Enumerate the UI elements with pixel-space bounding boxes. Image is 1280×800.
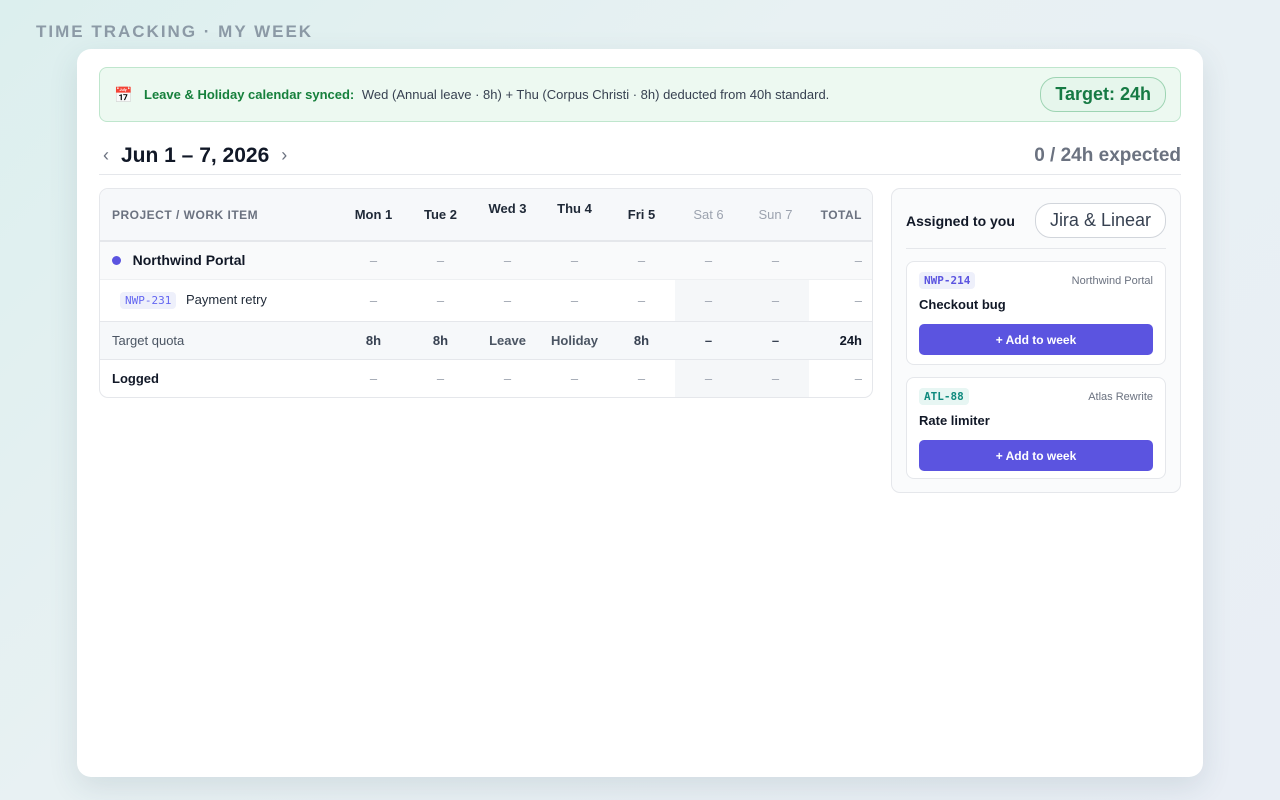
hours-input-cell[interactable]: – [474,279,541,321]
task-project: Northwind Portal [1071,274,1153,287]
logged-total: – [854,370,862,386]
task-key-badge[interactable]: NWP-214 [919,272,976,289]
logged-row: Logged – – – – – – – – [100,359,872,397]
work-item-title: Payment retry [185,291,267,307]
sync-message: Leave & Holiday calendar synced: Wed (An… [144,87,1040,102]
hours-input-cell[interactable]: – [340,279,407,321]
logged-cell: – [503,370,512,386]
grid-header-row: PROJECT / WORK ITEM Mon 1 Tue 2 Wed 3 Th… [100,189,872,241]
total-column-header: TOTAL [820,207,862,222]
target-badge: Target: 24h [1040,77,1166,112]
task-title: Checkout bug [919,297,1006,312]
add-to-week-button[interactable]: + Add to week [919,324,1153,355]
hours-input-cell[interactable]: – [541,279,608,321]
quota-label: Target quota [112,332,185,348]
expected-hours: 0 / 24h expected [1034,144,1181,166]
day-header: Wed 3 [488,201,527,216]
hours-cell: – [637,252,646,268]
day-header: Fri 5 [627,207,656,222]
quota-total: 24h [839,332,862,348]
calendar-sync-banner: 📅 Leave & Holiday calendar synced: Wed (… [99,67,1181,122]
assigned-task-card: ATL-88 Atlas Rewrite Rate limiter + Add … [906,377,1166,479]
day-header: Thu 4 [557,201,592,216]
issue-key-badge[interactable]: NWP-231 [120,291,177,309]
week-range: Jun 1 – 7, 2026 [121,143,270,167]
hours-cell: – [704,252,713,268]
total-cell: – [854,252,862,268]
assigned-title: Assigned to you [906,212,1015,229]
quota-cell-leave: Leave [489,332,526,348]
quota-cell: 8h [432,332,449,348]
logged-cell: – [742,359,809,397]
assigned-panel-header: Assigned to you Jira & Linear [906,203,1166,249]
prev-week-button[interactable]: ‹ [99,145,113,166]
project-color-dot [112,256,121,266]
task-title: Rate limiter [919,413,990,428]
timesheet-grid: PROJECT / WORK ITEM Mon 1 Tue 2 Wed 3 Th… [99,188,873,398]
assigned-panel: Assigned to you Jira & Linear NWP-214 No… [891,188,1181,493]
project-row[interactable]: Northwind Portal – – – – – – – – [100,241,872,279]
hours-cell: – [771,252,780,268]
total-cell: – [854,292,862,308]
logged-label: Logged [112,370,159,386]
project-column-header: PROJECT / WORK ITEM [112,207,259,222]
day-header: Tue 2 [424,207,457,222]
quota-cell: 8h [633,332,650,348]
quota-cell-holiday: Holiday [551,332,598,348]
add-to-week-button[interactable]: + Add to week [919,440,1153,471]
logged-cell: – [436,370,445,386]
logged-cell: – [369,370,378,386]
hours-input-cell[interactable]: – [608,279,675,321]
source-filter-pill[interactable]: Jira & Linear [1034,203,1166,238]
project-cell: Northwind Portal [100,241,340,279]
task-key-badge[interactable]: ATL-88 [919,388,969,405]
hours-cell: – [436,252,445,268]
assigned-task-card: NWP-214 Northwind Portal Checkout bug + … [906,261,1166,365]
quota-cell: 8h [365,332,382,348]
hours-cell: – [570,252,579,268]
hours-input-cell[interactable]: – [407,279,474,321]
hours-cell: – [503,252,512,268]
work-item-row: NWP-231 Payment retry – – – – – – – – [100,279,872,321]
next-week-button[interactable]: › [277,145,291,166]
week-navigation: ‹ Jun 1 – 7, 2026 › 0 / 24h expected [99,137,1181,175]
task-project: Atlas Rewrite [1088,390,1153,403]
day-header-weekend: Sat 6 [693,207,724,222]
logged-cell: – [637,370,646,386]
hours-cell: – [369,252,378,268]
target-quota-row: Target quota 8h 8h Leave Holiday 8h – – … [100,321,872,359]
logged-cell: – [570,370,579,386]
project-name: Northwind Portal [132,252,246,269]
hours-input-cell-weekend[interactable]: – [742,279,809,321]
work-item-cell: NWP-231 Payment retry [100,279,340,321]
hours-input-cell-weekend[interactable]: – [675,279,742,321]
quota-cell: – [704,332,713,348]
logged-cell: – [675,359,742,397]
day-header: Mon 1 [354,207,393,222]
calendar-icon: 📅 [114,86,133,104]
day-header-weekend: Sun 7 [758,207,793,222]
sync-detail: Wed (Annual leave · 8h) + Thu (Corpus Ch… [361,87,830,102]
sync-label: Leave & Holiday calendar synced: [144,87,355,102]
page-title: TIME TRACKING · MY WEEK [36,22,314,41]
timesheet-card: 📅 Leave & Holiday calendar synced: Wed (… [77,49,1203,777]
quota-cell: – [771,332,780,348]
